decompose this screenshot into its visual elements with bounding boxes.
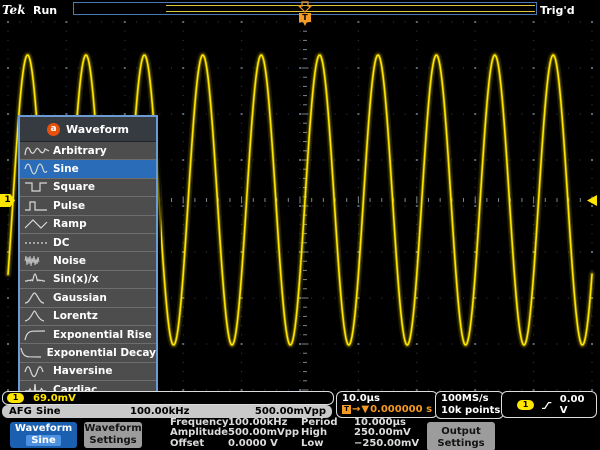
trigger-status: Trig'd bbox=[540, 4, 575, 17]
output-settings-button[interactable]: Output Settings bbox=[427, 422, 495, 450]
pulse-wave-icon bbox=[20, 199, 53, 213]
param-value: 0.0000 V bbox=[228, 439, 278, 449]
output-settings-line2: Settings bbox=[427, 438, 495, 450]
oscilloscope-screen: Tek Run Trig'd T 1 a Waveform Arbitrary S… bbox=[0, 0, 600, 450]
menu-item-ramp[interactable]: Ramp bbox=[20, 215, 156, 233]
trigger-readout-box[interactable]: 1 0.00 V bbox=[501, 391, 597, 418]
menu-item-sine[interactable]: Sine bbox=[20, 159, 156, 177]
menu-item-label: Sine bbox=[53, 163, 79, 175]
param-value: −250.00mV bbox=[354, 439, 419, 449]
acquisition-readout-box[interactable]: 100MS/s 10k points bbox=[435, 391, 504, 419]
menu-item-label: Sin(x)/x bbox=[53, 273, 99, 285]
afg-amplitude: 500.00mVpp bbox=[255, 406, 326, 417]
menu-item-haversine[interactable]: Haversine bbox=[20, 362, 156, 380]
menu-item-arbitrary[interactable]: Arbitrary bbox=[20, 142, 156, 159]
channel1-badge: 1 bbox=[7, 393, 24, 403]
waveform-button-line1: Waveform bbox=[10, 423, 77, 435]
waveform-menu: a Waveform Arbitrary Sine Square Pulse Ramp D… bbox=[18, 115, 158, 400]
ramp-wave-icon bbox=[20, 217, 53, 231]
trigger-position-readout: T → ▼ 0.000000 s bbox=[342, 404, 437, 415]
tek-logo: Tek bbox=[2, 3, 26, 17]
afg-waveform-type: Sine bbox=[36, 406, 61, 417]
channel1-scale: 69.0mV bbox=[33, 393, 76, 404]
sine-wave-icon bbox=[20, 162, 53, 176]
gaussian-wave-icon bbox=[20, 291, 53, 305]
horizontal-scale: 10.0µs bbox=[342, 393, 437, 404]
lorentz-wave-icon bbox=[20, 309, 53, 323]
waveform-menu-title: Waveform bbox=[66, 123, 129, 136]
acquisition-status: Run bbox=[33, 4, 57, 17]
menu-item-label: Square bbox=[53, 181, 95, 193]
menu-item-label: Lorentz bbox=[53, 310, 98, 322]
sample-rate: 100MS/s bbox=[441, 393, 489, 404]
menu-item-pulse[interactable]: Pulse bbox=[20, 196, 156, 214]
menu-item-label: Gaussian bbox=[53, 292, 107, 304]
menu-item-exponential-rise[interactable]: Exponential Rise bbox=[20, 325, 156, 343]
exp-rise-icon bbox=[20, 328, 53, 342]
channel1-readout-bar[interactable]: 1 69.0mV bbox=[2, 391, 334, 405]
menu-item-noise[interactable]: Noise bbox=[20, 251, 156, 269]
haversine-wave-icon bbox=[20, 364, 53, 378]
menu-item-label: Pulse bbox=[53, 200, 85, 212]
menu-item-square[interactable]: Square bbox=[20, 178, 156, 196]
menu-item-label: Exponential Decay bbox=[47, 347, 156, 359]
trigger-source-badge: 1 bbox=[517, 400, 534, 410]
waveform-settings-line2: Settings bbox=[84, 435, 142, 447]
horizontal-readout-box[interactable]: 10.0µs T → ▼ 0.000000 s bbox=[336, 391, 438, 418]
waveform-sine-button[interactable]: Waveform Sine bbox=[10, 422, 77, 448]
menu-item-label: Arbitrary bbox=[53, 145, 107, 157]
pointer-icon: ▼ bbox=[361, 404, 369, 415]
record-waveform-envelope-bottom bbox=[166, 11, 535, 12]
sinc-wave-icon bbox=[20, 272, 53, 286]
arbitrary-wave-icon bbox=[20, 144, 53, 158]
waveform-settings-button[interactable]: Waveform Settings bbox=[84, 422, 142, 448]
record-length: 10k points bbox=[441, 405, 500, 416]
menu-item-label: Noise bbox=[53, 255, 86, 267]
menu-item-gaussian[interactable]: Gaussian bbox=[20, 288, 156, 306]
waveform-settings-line1: Waveform bbox=[84, 423, 142, 435]
param-row: Low−250.00mV bbox=[301, 439, 419, 449]
arrow-icon: → bbox=[352, 404, 360, 415]
afg-badge-icon: a bbox=[47, 123, 60, 136]
param-label: Offset bbox=[170, 439, 228, 449]
trigger-position-flag-stem bbox=[303, 22, 307, 26]
afg-label: AFG bbox=[9, 406, 32, 417]
trigger-t-icon: T bbox=[342, 405, 351, 414]
menu-item-label: Ramp bbox=[53, 218, 87, 230]
afg-params-frequency-block: Frequency100.00kHzAmplitude500.00mVppOff… bbox=[170, 418, 299, 449]
param-label: Low bbox=[301, 439, 354, 449]
dc-level-icon bbox=[20, 236, 53, 250]
noise-wave-icon bbox=[20, 254, 53, 268]
menu-item-label: DC bbox=[53, 237, 69, 249]
trigger-position-value: 0.000000 s bbox=[370, 404, 432, 415]
exp-decay-icon bbox=[20, 346, 47, 360]
trigger-position-arrow-icon[interactable] bbox=[298, 1, 312, 13]
menu-item-sin-x-x[interactable]: Sin(x)/x bbox=[20, 270, 156, 288]
menu-item-label: Haversine bbox=[53, 365, 112, 377]
square-wave-icon bbox=[20, 180, 53, 194]
menu-item-dc[interactable]: DC bbox=[20, 233, 156, 251]
waveform-menu-items: Arbitrary Sine Square Pulse Ramp DC Noise Sin(x… bbox=[20, 142, 156, 398]
record-waveform-envelope-top bbox=[166, 5, 535, 6]
trigger-position-flag[interactable]: T bbox=[299, 13, 311, 22]
output-settings-line1: Output bbox=[427, 426, 495, 438]
trigger-level-value: 0.00 V bbox=[560, 394, 589, 416]
param-row: Offset0.0000 V bbox=[170, 439, 299, 449]
rising-edge-slope-icon bbox=[542, 400, 552, 411]
menu-item-exponential-decay[interactable]: Exponential Decay bbox=[20, 343, 156, 361]
waveform-button-selection: Sine bbox=[26, 435, 61, 446]
afg-frequency: 100.00kHz bbox=[130, 406, 189, 417]
menu-item-label: Exponential Rise bbox=[53, 329, 152, 341]
afg-params-period-block: Period10.000µsHigh250.00mVLow−250.00mV bbox=[301, 418, 419, 449]
waveform-menu-header: a Waveform bbox=[20, 117, 156, 142]
menu-item-lorentz[interactable]: Lorentz bbox=[20, 307, 156, 325]
